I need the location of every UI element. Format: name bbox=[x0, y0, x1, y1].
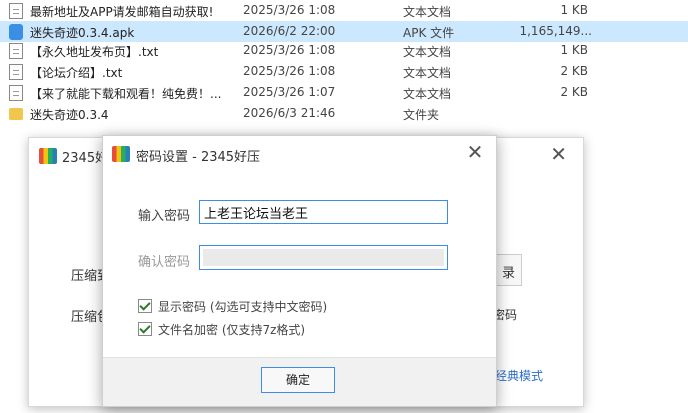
dialog-footer: 确定 bbox=[103, 357, 496, 406]
password-input[interactable] bbox=[199, 200, 448, 224]
confirm-password-input[interactable] bbox=[199, 245, 448, 270]
file-name: 【永久地址发布页】.txt bbox=[30, 45, 159, 59]
file-type: 文本文档 bbox=[403, 5, 452, 19]
file-row[interactable]: 最新地址及APP请发邮箱自动获取! 2025/3/26 1:08 文本文档 1 … bbox=[0, 0, 688, 21]
text-file-icon bbox=[9, 85, 23, 101]
file-row[interactable]: 【永久地址发布页】.txt 2025/3/26 1:08 文本文档 1 KB bbox=[0, 40, 688, 61]
file-row-selected[interactable]: 迷失奇迹0.3.4.apk 2026/6/2 22:00 APK 文件 1,16… bbox=[0, 21, 688, 42]
file-row[interactable]: 【论坛介绍】.txt 2025/3/26 1:08 文本文档 2 KB bbox=[0, 61, 688, 82]
show-password-label: 显示密码 (勾选可支持中文密码) bbox=[158, 300, 328, 314]
file-date: 2025/3/26 1:08 bbox=[243, 3, 336, 17]
file-date: 2026/6/3 21:46 bbox=[243, 106, 336, 120]
ok-button[interactable]: 确定 bbox=[261, 367, 335, 393]
file-row[interactable]: 【来了就能下载和观看！纯免费！... 2025/3/26 1:07 文本文档 2… bbox=[0, 82, 688, 103]
file-size: 2 KB bbox=[560, 64, 588, 78]
confirm-password-disabled-fill bbox=[203, 249, 444, 266]
close-icon[interactable]: ✕ bbox=[550, 142, 567, 166]
dialog-title: 密码设置 - 2345好压 bbox=[136, 150, 261, 165]
file-row[interactable]: 迷失奇迹0.3.4 2026/6/3 21:46 文件夹 bbox=[0, 103, 688, 124]
file-size: 2 KB bbox=[560, 85, 588, 99]
file-size: 1,165,149... bbox=[519, 24, 592, 38]
confirm-password-label: 确认密码 bbox=[138, 255, 191, 270]
text-file-icon bbox=[9, 43, 23, 59]
file-date: 2026/6/2 22:00 bbox=[243, 24, 336, 38]
password-dialog: 密码设置 - 2345好压 ✕ 输入密码 确认密码 显示密码 (勾选可支持中文密… bbox=[102, 135, 497, 407]
folder-icon bbox=[9, 108, 23, 120]
file-type: APK 文件 bbox=[403, 26, 455, 40]
file-date: 2025/3/26 1:08 bbox=[243, 64, 336, 78]
show-password-checkbox[interactable] bbox=[138, 299, 152, 313]
encrypt-filename-checkbox[interactable] bbox=[138, 322, 152, 336]
text-file-icon bbox=[9, 64, 23, 80]
app-logo-icon bbox=[39, 148, 57, 164]
file-date: 2025/3/26 1:08 bbox=[243, 43, 336, 57]
file-name: 【论坛介绍】.txt bbox=[30, 66, 123, 80]
close-icon[interactable]: ✕ bbox=[464, 140, 486, 164]
file-size: 1 KB bbox=[560, 43, 588, 57]
file-type: 文本文档 bbox=[403, 66, 452, 80]
file-name: 迷失奇迹0.3.4 bbox=[30, 108, 109, 122]
file-size: 1 KB bbox=[560, 3, 588, 17]
app-logo-icon bbox=[112, 146, 130, 162]
file-type: 文本文档 bbox=[403, 87, 452, 101]
file-date: 2025/3/26 1:07 bbox=[243, 85, 336, 99]
file-type: 文件夹 bbox=[403, 108, 440, 122]
classic-mode-link[interactable]: 经典模式 bbox=[495, 367, 543, 384]
file-name: 迷失奇迹0.3.4.apk bbox=[30, 26, 135, 40]
file-type: 文本文档 bbox=[403, 45, 452, 59]
file-name: 【来了就能下载和观看！纯免费！... bbox=[30, 87, 222, 101]
text-file-icon bbox=[9, 3, 23, 19]
apk-file-icon bbox=[9, 24, 23, 40]
file-name: 最新地址及APP请发邮箱自动获取! bbox=[30, 5, 214, 19]
encrypt-filename-label: 文件名加密 (仅支持7z格式) bbox=[158, 323, 306, 337]
password-label: 输入密码 bbox=[138, 209, 191, 224]
